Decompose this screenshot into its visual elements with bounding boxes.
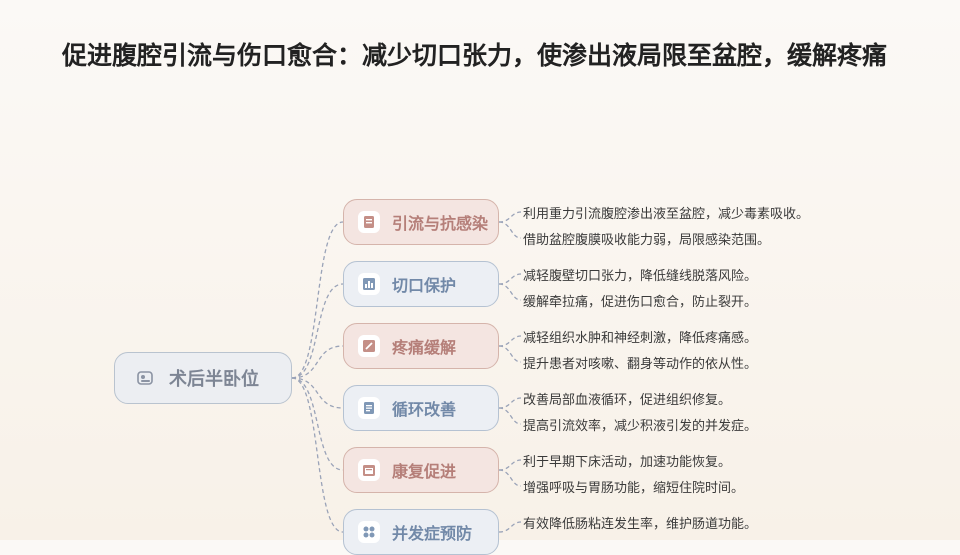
- branch-label: 引流与抗感染: [392, 214, 489, 233]
- detail-text: 借助盆腔腹膜吸收能力弱，局限感染范围。: [523, 233, 771, 248]
- detail-text: 有效降低肠粘连发生率，维护肠道功能。: [523, 517, 758, 532]
- branch-label: 并发症预防: [392, 524, 473, 543]
- detail-connector: [498, 397, 522, 409]
- branch-recovery[interactable]: 康复促进: [343, 447, 499, 493]
- detail-connector: [498, 459, 522, 471]
- detail-text: 改善局部血液循环，促进组织修复。: [523, 393, 732, 408]
- root-label: 术后半卧位: [169, 369, 259, 390]
- detail-text: 利于早期下床活动，加速功能恢复。: [523, 455, 732, 470]
- branch-drainage[interactable]: 引流与抗感染: [343, 199, 499, 245]
- notepad-icon: [358, 397, 380, 419]
- detail-connector: [498, 521, 522, 533]
- detail-connector: [498, 335, 522, 347]
- detail-connector: [498, 221, 522, 239]
- root-node[interactable]: 术后半卧位: [114, 352, 292, 404]
- detail-connector: [498, 273, 522, 285]
- branch-label: 康复促进: [392, 462, 457, 481]
- branch-circulation[interactable]: 循环改善: [343, 385, 499, 431]
- detail-connector: [498, 211, 522, 223]
- branch-label: 切口保护: [392, 276, 457, 295]
- branch-complications[interactable]: 并发症预防: [343, 509, 499, 555]
- detail-connector: [498, 469, 522, 487]
- detail-text: 提升患者对咳嗽、翻身等动作的依从性。: [523, 357, 758, 372]
- root-connector: [291, 221, 344, 379]
- document-icon: [358, 211, 380, 233]
- bar-chart-icon: [358, 273, 380, 295]
- detail-connector: [498, 345, 522, 363]
- patient-bed-icon: [135, 368, 155, 388]
- detail-text: 缓解牵拉痛，促进伤口愈合，防止裂开。: [523, 295, 758, 310]
- branch-pain[interactable]: 疼痛缓解: [343, 323, 499, 369]
- detail-text: 减轻腹壁切口张力，降低缝线脱落风险。: [523, 269, 758, 284]
- detail-text: 利用重力引流腹腔渗出液至盆腔，减少毒素吸收。: [523, 207, 810, 222]
- detail-text: 提高引流效率，减少积液引发的并发症。: [523, 419, 758, 434]
- detail-text: 减轻组织水肿和神经刺激，降低疼痛感。: [523, 331, 758, 346]
- branch-incision[interactable]: 切口保护: [343, 261, 499, 307]
- edit-icon: [358, 335, 380, 357]
- root-connector: [291, 377, 344, 533]
- detail-text: 增强呼吸与胃肠功能，缩短住院时间。: [523, 481, 745, 496]
- detail-connector: [498, 283, 522, 301]
- calendar-icon: [358, 459, 380, 481]
- branch-label: 循环改善: [392, 400, 457, 419]
- branch-label: 疼痛缓解: [392, 338, 457, 357]
- detail-connector: [498, 407, 522, 425]
